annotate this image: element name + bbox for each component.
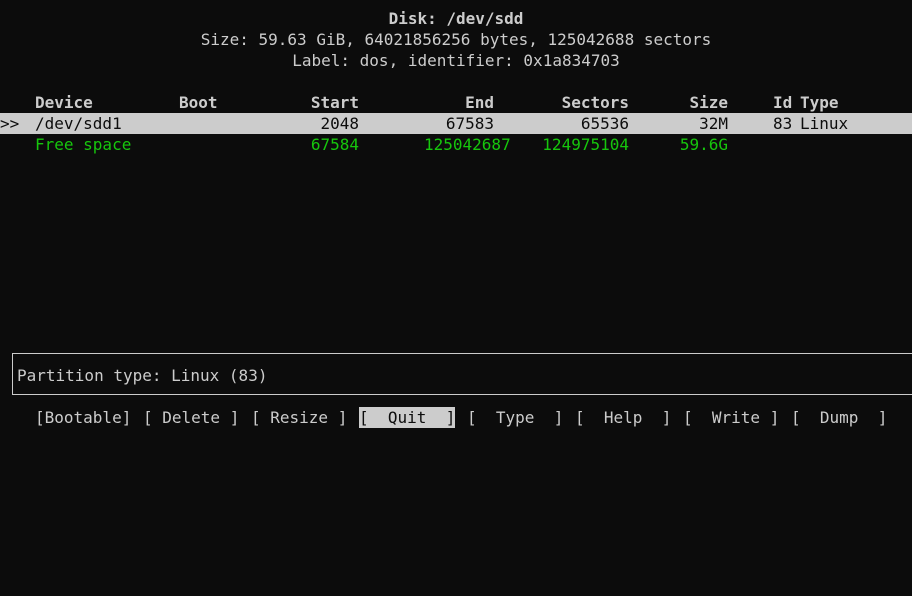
partition-info-box: Partition type: Linux (83) — [12, 353, 912, 395]
column-header-start: Start — [310, 93, 359, 112]
type-button[interactable]: [ Type ] — [467, 407, 563, 428]
column-header-sectors: Sectors — [561, 93, 629, 112]
row-sectors: 65536 — [580, 114, 629, 133]
row-type: Linux — [800, 114, 849, 133]
write-button[interactable]: [ Write ] — [683, 407, 779, 428]
quit-button[interactable]: [ Quit ] — [359, 407, 456, 428]
row-size: 32M — [699, 114, 728, 133]
row-start: 2048 — [320, 114, 359, 133]
table-header: Device Boot Start End Sectors Size Id Ty… — [0, 92, 912, 113]
row-start: 67584 — [310, 135, 359, 154]
help-button[interactable]: [ Help ] — [575, 407, 671, 428]
row-end: 67583 — [445, 114, 494, 133]
column-header-size: Size — [689, 93, 728, 112]
partition-row-sdd1[interactable]: >> /dev/sdd1 2048 67583 65536 32M 83 Lin… — [0, 113, 912, 134]
column-header-boot: Boot — [179, 93, 218, 112]
dump-button[interactable]: [ Dump ] — [791, 407, 887, 428]
row-end: 125042687 — [424, 135, 511, 154]
free-space-row[interactable]: Free space 67584 125042687 124975104 59.… — [0, 134, 912, 155]
row-sectors: 124975104 — [542, 135, 629, 154]
disk-size-line: Size: 59.63 GiB, 64021856256 bytes, 1250… — [200, 30, 712, 49]
row-device: /dev/sdd1 — [35, 114, 122, 133]
column-header-end: End — [465, 93, 494, 112]
disk-title: Disk: /dev/sdd — [388, 9, 524, 28]
delete-button[interactable]: [ Delete ] — [143, 407, 239, 428]
bootable-button[interactable]: [Bootable] — [35, 407, 131, 428]
resize-button[interactable]: [ Resize ] — [251, 407, 347, 428]
action-menu: [Bootable] [ Delete ] [ Resize ] [ Quit … — [0, 407, 912, 428]
partition-type-text: Partition type: Linux (83) — [17, 366, 268, 385]
selection-marker: >> — [0, 114, 20, 133]
disk-label-line: Label: dos, identifier: 0x1a834703 — [292, 51, 620, 70]
row-size: 59.6G — [679, 135, 728, 154]
column-header-type: Type — [800, 93, 839, 112]
row-device: Free space — [35, 135, 132, 154]
row-id: 83 — [773, 114, 793, 133]
column-header-id: Id — [773, 93, 793, 112]
column-header-device: Device — [35, 93, 93, 112]
